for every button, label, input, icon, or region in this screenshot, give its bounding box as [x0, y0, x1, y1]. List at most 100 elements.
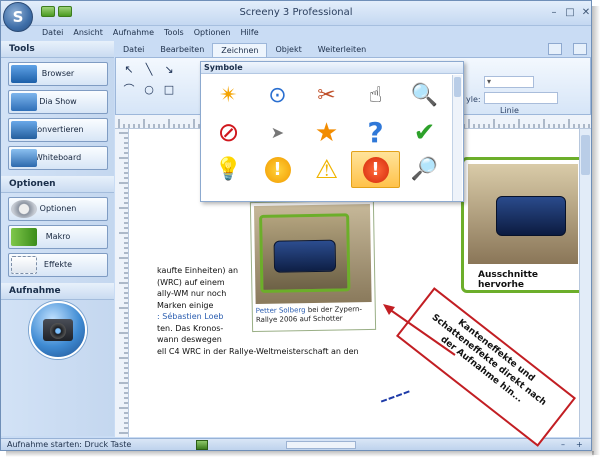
line-style-dropdown[interactable]: [484, 92, 558, 104]
title-bar: Screeny 3 Professional – □ ✕: [1, 1, 591, 26]
symbol-cell[interactable]: 💡: [204, 151, 253, 188]
warning-triangle-icon: ⚠: [314, 154, 339, 185]
macro-button[interactable]: Makro: [8, 225, 108, 249]
arrow-line-tool-icon[interactable]: ↘: [162, 63, 176, 77]
convert-button[interactable]: Konvertieren: [8, 118, 108, 142]
macro-arrow-icon: [11, 228, 37, 246]
symbol-cell[interactable]: ☝: [351, 77, 400, 114]
slideshow-icon: [11, 93, 37, 111]
menu-tools[interactable]: Tools: [159, 26, 189, 40]
symbol-cell[interactable]: 🔎: [400, 151, 449, 188]
capture-header: Aufnahme: [1, 283, 114, 300]
zoom-out-icon: 🔎: [410, 156, 439, 182]
browser-button[interactable]: Browser: [8, 62, 108, 86]
menu-bar: Datei Ansicht Aufnahme Tools Optionen Hi…: [37, 26, 264, 40]
tools-header: Tools: [1, 41, 114, 58]
doc-line: ally-WM nur noch: [157, 289, 227, 298]
magnifier-icon: 🔍: [410, 82, 439, 108]
camera-capture-button[interactable]: [29, 301, 87, 359]
lightbulb-icon: 💡: [214, 156, 243, 182]
palette-scrollbar[interactable]: [452, 75, 462, 201]
effects-icon: [11, 256, 37, 274]
app-logo-icon[interactable]: S: [3, 2, 33, 32]
curve-tool-icon[interactable]: ⌒: [122, 83, 136, 97]
menu-ansicht[interactable]: Ansicht: [68, 26, 108, 40]
symbol-cell[interactable]: ★: [302, 114, 351, 151]
cursor-starburst-icon: ✴: [219, 82, 238, 108]
tab-objekt[interactable]: Objekt: [267, 43, 309, 57]
options-button[interactable]: Optionen: [8, 197, 108, 221]
symbol-cell[interactable]: ⚠: [302, 151, 351, 188]
maximize-button[interactable]: □: [563, 7, 577, 19]
menu-hilfe[interactable]: Hilfe: [235, 26, 263, 40]
status-minus-icon[interactable]: –: [561, 440, 571, 450]
options-header: Optionen: [1, 176, 114, 193]
doc-line: kaufte Einheiten) an: [157, 266, 239, 275]
symbol-cell[interactable]: ✴: [204, 77, 253, 114]
window-title: Screeny 3 Professional: [239, 7, 353, 18]
scissors-icon: ✂: [317, 82, 336, 108]
symbol-cell[interactable]: !: [351, 151, 400, 188]
close-button[interactable]: ✕: [579, 7, 591, 19]
menu-optionen[interactable]: Optionen: [189, 26, 236, 40]
document-text: kaufte Einheiten) an (WRC) auf einem all…: [157, 265, 367, 357]
error-circle-icon: !: [362, 156, 389, 183]
tab-zeichnen[interactable]: Zeichnen: [212, 43, 268, 57]
menu-aufnahme[interactable]: Aufnahme: [108, 26, 159, 40]
palette-scroll-thumb[interactable]: [454, 77, 461, 97]
line-width-dropdown[interactable]: ▾: [484, 76, 534, 88]
zoom-slider[interactable]: [286, 441, 356, 449]
vertical-ruler: [115, 129, 129, 437]
red-arrow: [383, 304, 456, 356]
exclamation-circle-icon: !: [264, 156, 291, 183]
palette-title: Symbole: [201, 62, 463, 74]
camera-lens: [50, 323, 66, 339]
status-plus-icon[interactable]: +: [576, 440, 586, 450]
ellipse-tool-icon[interactable]: ○: [142, 83, 156, 97]
hand-pointer-icon: ☝: [368, 82, 383, 108]
ribbon-tabs: Datei Bearbeiten Zeichnen Objekt Weiterl…: [115, 43, 374, 57]
vertical-scrollbar[interactable]: [579, 129, 591, 437]
select-arrow-icon[interactable]: ↖: [122, 63, 136, 77]
tab-datei[interactable]: Datei: [115, 43, 152, 57]
convert-icon: [11, 121, 37, 139]
scroll-thumb[interactable]: [581, 135, 590, 175]
menu-datei[interactable]: Datei: [37, 26, 68, 40]
line-group-label: Linie: [500, 106, 519, 115]
slideshow-button[interactable]: Dia Show: [8, 90, 108, 114]
symbol-cell[interactable]: ✂: [302, 77, 351, 114]
symbol-cell[interactable]: ✔: [400, 114, 449, 151]
right-rally-car-image: [496, 196, 566, 236]
tab-bearbeiten[interactable]: Bearbeiten: [152, 43, 212, 57]
symbol-cell[interactable]: 🔍: [400, 77, 449, 114]
symbols-palette: Symbole ✴ ⊙ ✂ ☝ 🔍 ⊘ ➤ ★? ✔ 💡! ⚠! 🔎: [200, 61, 464, 202]
effects-button[interactable]: Effekte: [8, 253, 108, 277]
checkmark-icon: ✔: [413, 117, 436, 148]
status-image-icon[interactable]: [196, 440, 208, 450]
whiteboard-button[interactable]: Whiteboard: [8, 146, 108, 170]
layout-icon[interactable]: [548, 43, 562, 55]
arrow-cursor-icon: ➤: [270, 122, 285, 142]
doc-line: ell C4 WRC in der Rallye-Weltmeisterscha…: [157, 346, 359, 356]
minimize-button[interactable]: –: [547, 7, 561, 19]
dashed-arrow: [380, 390, 416, 418]
question-mark-icon: ?: [367, 115, 384, 149]
collapse-ribbon-icon[interactable]: [573, 43, 587, 55]
line-tool-icon[interactable]: ╲: [142, 63, 156, 77]
symbol-cell[interactable]: ➤: [253, 114, 302, 151]
whiteboard-icon: [11, 149, 37, 167]
right-photo-frame[interactable]: Ausschnitte hervorhe: [461, 157, 579, 293]
doc-line: wann deswegen: [157, 335, 222, 344]
click-cursor-icon: ⊙: [268, 82, 287, 108]
doc-line-link[interactable]: : Sébastien Loeb: [157, 311, 367, 323]
doc-line: Marken einige: [157, 300, 214, 310]
status-text: Aufnahme starten: Druck Taste: [7, 440, 132, 449]
rectangle-tool-icon[interactable]: □: [162, 83, 176, 97]
symbols-grid: ✴ ⊙ ✂ ☝ 🔍 ⊘ ➤ ★? ✔ 💡! ⚠! 🔎: [204, 77, 450, 188]
tab-weiterleiten[interactable]: Weiterleiten: [310, 43, 374, 57]
symbol-cell[interactable]: ?: [351, 114, 400, 151]
doc-line: (WRC) auf einem: [157, 277, 225, 287]
symbol-cell[interactable]: ⊙: [253, 77, 302, 114]
symbol-cell[interactable]: !: [253, 151, 302, 188]
symbol-cell[interactable]: ⊘: [204, 114, 253, 151]
